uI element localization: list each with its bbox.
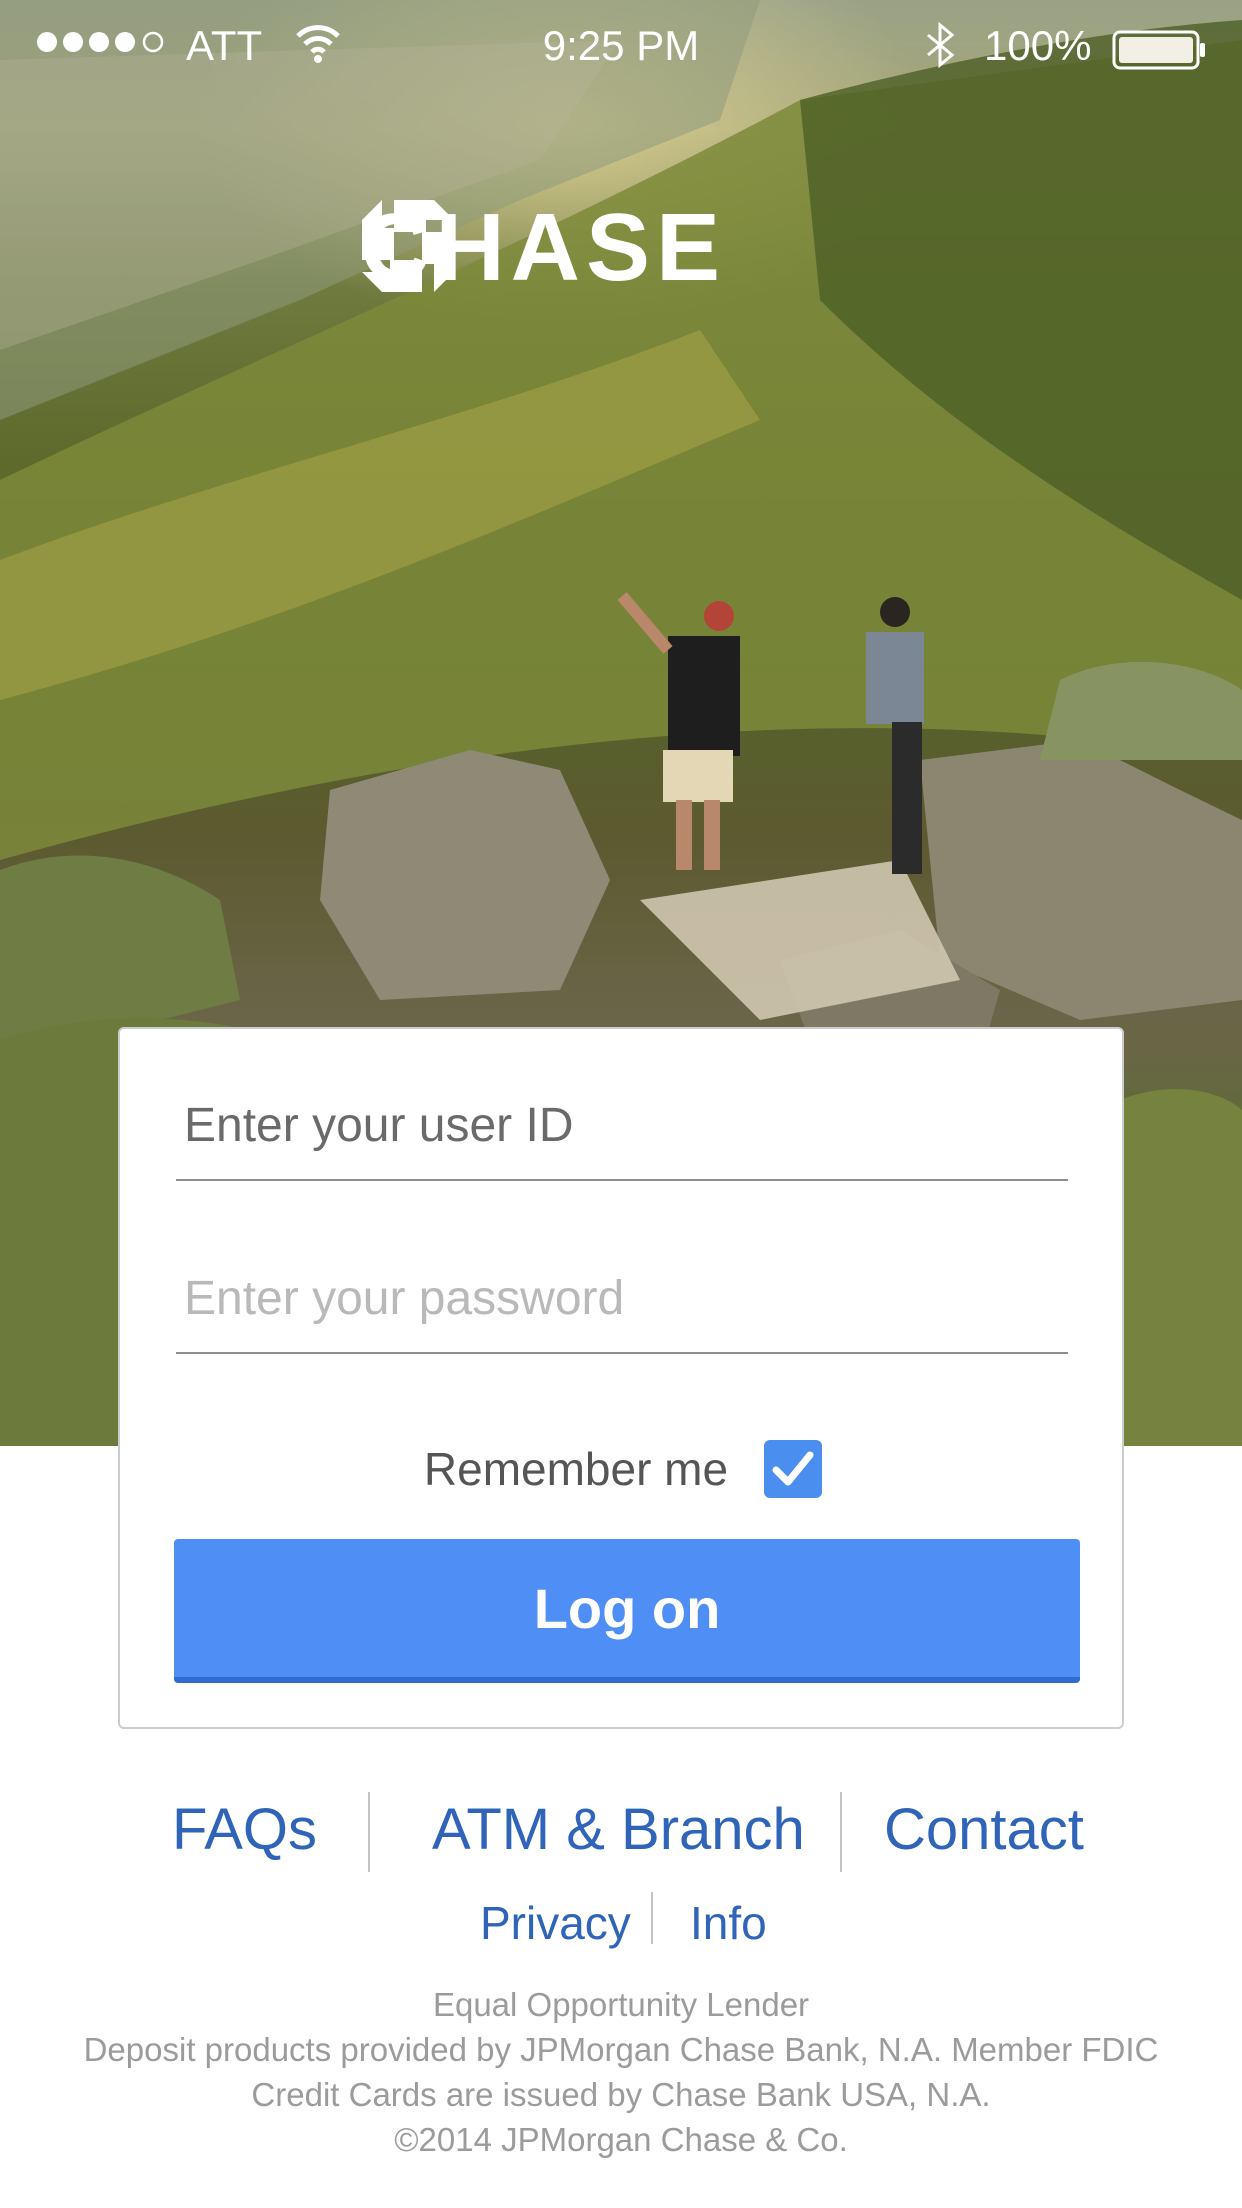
status-bar: ATT 9:25 PM 100% xyxy=(0,0,1242,90)
remember-me-row[interactable]: Remember me xyxy=(120,1434,1126,1504)
user-id-input[interactable] xyxy=(176,1071,1068,1181)
help-links: FAQs ATM & Branch Contact xyxy=(0,1786,1242,1876)
password-input[interactable] xyxy=(176,1244,1068,1354)
atm-branch-link[interactable]: ATM & Branch xyxy=(432,1796,805,1863)
hiker-right xyxy=(866,597,924,874)
faqs-link[interactable]: FAQs xyxy=(172,1796,317,1863)
remember-me-label: Remember me xyxy=(423,1443,729,1495)
footer-line: ©2014 JPMorgan Chase & Co. xyxy=(394,2121,848,2158)
link-divider xyxy=(651,1892,653,1944)
battery-percent: 100% xyxy=(984,22,1092,69)
contact-link[interactable]: Contact xyxy=(884,1796,1084,1863)
chase-logo: CHASE xyxy=(360,198,754,298)
legal-footer: Equal Opportunity Lender Deposit product… xyxy=(0,1982,1242,2162)
login-card: Remember me Log on xyxy=(118,1027,1124,1729)
remember-me-checkbox[interactable] xyxy=(764,1440,823,1498)
checkmark-icon xyxy=(772,1451,814,1486)
footer-line: Credit Cards are issued by Chase Bank US… xyxy=(251,2076,991,2113)
secondary-links: Privacy Info xyxy=(0,1892,1242,1952)
privacy-link[interactable]: Privacy xyxy=(480,1896,631,1950)
link-divider xyxy=(840,1792,842,1872)
link-divider xyxy=(368,1792,370,1872)
log-on-button[interactable]: Log on xyxy=(174,1539,1080,1683)
footer-line: Deposit products provided by JPMorgan Ch… xyxy=(83,2031,1159,2068)
footer-line: Equal Opportunity Lender xyxy=(432,1986,810,2023)
info-link[interactable]: Info xyxy=(690,1896,767,1950)
